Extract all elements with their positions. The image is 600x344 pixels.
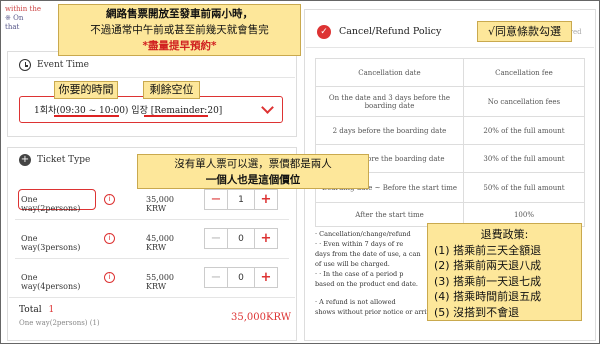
callout-remainder: 剩餘空位 <box>143 81 200 99</box>
info-icon[interactable]: i <box>104 233 115 244</box>
refund-item: (4) 搭乘時間前退五成 <box>434 290 542 304</box>
quantity-value[interactable]: 0 <box>228 228 254 249</box>
total-subtext: One way(2persons) (1) <box>19 319 100 327</box>
increase-button[interactable]: + <box>254 228 278 249</box>
table-header: Cancellation date <box>315 58 464 87</box>
ticket-price: 55,000 KRW <box>146 273 174 291</box>
callout-booking-note: 網路售票開放至發車前兩小時， 不過通常中午前或甚至前幾天就會售完 *盡量提早預約… <box>58 4 301 56</box>
refund-item: (1) 搭乘前三天全額退 <box>434 243 542 257</box>
top-note: within the ※ On that <box>5 5 41 32</box>
total-count: 1 <box>48 305 55 315</box>
table-row: 2 days before the boarding date 20% of t… <box>315 116 586 145</box>
decrease-button[interactable]: − <box>204 267 228 288</box>
refund-item: (5) 沒搭到不會退 <box>434 305 520 319</box>
ticket-name: One way(3persons) <box>21 234 81 252</box>
policy-title: Cancel/Refund Policy <box>339 26 442 37</box>
ticket-price: 35,000 KRW <box>146 195 174 213</box>
callout-refund-policy: 退費政策: (1) 搭乘前三天全額退 (2) 搭乘前兩天退八成 (3) 搭乘前一… <box>427 223 582 321</box>
event-time-heading: Event Time <box>19 59 89 71</box>
table-cell: 50% of the full amount <box>462 172 586 203</box>
chevron-down-icon <box>261 101 274 114</box>
ticket-name: One way(4persons) <box>21 273 81 291</box>
ticket-type-heading: + Ticket Type <box>19 154 90 166</box>
table-cell: 20% of the full amount <box>462 116 586 145</box>
time-underline <box>54 115 119 117</box>
callout-line: 網路售票開放至發車前兩小時， <box>106 8 253 20</box>
ticket-type-title: Ticket Type <box>37 155 91 165</box>
ticket-name: One way(2persons) <box>21 195 81 213</box>
decrease-button[interactable]: − <box>204 189 228 210</box>
event-time-title: Event Time <box>37 60 89 70</box>
info-icon[interactable]: i <box>104 194 115 205</box>
info-icon[interactable]: i <box>104 272 115 283</box>
quantity-stepper: − 0 + <box>204 267 278 288</box>
callout-line: *盡量提早預約* <box>142 40 217 52</box>
top-note-line1: within the <box>5 5 41 13</box>
callout-agree: √同意條款勾選 <box>477 21 572 42</box>
divider <box>15 219 289 220</box>
divider <box>306 47 594 48</box>
refund-policy-table: Cancellation date Cancellation fee On th… <box>315 58 586 227</box>
check-icon[interactable]: ✓ <box>317 25 331 39</box>
table-row: On the date and 3 days before the boardi… <box>315 86 586 117</box>
table-header: Cancellation fee <box>462 58 586 87</box>
divider <box>9 297 295 298</box>
quantity-value[interactable]: 0 <box>228 267 254 288</box>
table-cell: No cancellation fees <box>462 86 586 117</box>
callout-line: 沒有單人票可以選，票價都是兩人 <box>174 158 332 170</box>
clock-icon <box>19 59 31 71</box>
top-note-line2: ※ On <box>5 14 24 22</box>
callout-ticket-note: 沒有單人票可以選，票價都是兩人 一個人也是這個價位 <box>137 154 369 189</box>
decrease-button[interactable]: − <box>204 228 228 249</box>
callout-line: 一個人也是這個價位 <box>205 174 301 186</box>
top-note-line3: that <box>5 23 20 31</box>
remainder-underline <box>144 115 208 117</box>
refund-item: (3) 搭乘前一天退七成 <box>434 274 542 288</box>
table-cell: On the date and 3 days before the boardi… <box>315 86 464 117</box>
increase-button[interactable]: + <box>254 267 278 288</box>
divider <box>9 77 295 78</box>
divider <box>15 258 289 259</box>
page: within the ※ On that Event Time 1회차(09:3… <box>0 0 600 344</box>
table-cell: 2 days before the boarding date <box>315 116 464 145</box>
event-time-select[interactable]: 1회차(09:30 ~ 10:00) 입장 [Remainder:20] <box>19 96 283 123</box>
total-amount: 35,000KRW <box>231 312 292 323</box>
callout-line: 不過通常中午前或甚至前幾天就會售完 <box>90 24 269 36</box>
callout-time: 你要的時間 <box>54 81 118 99</box>
quantity-value[interactable]: 1 <box>228 189 254 210</box>
total-section: Total 1 <box>19 305 54 315</box>
total-label: Total <box>19 305 42 315</box>
increase-button[interactable]: + <box>254 189 278 210</box>
refund-title: 退費政策: <box>480 228 529 241</box>
table-cell: 30% of the full amount <box>462 144 586 173</box>
plus-circle-icon: + <box>19 154 31 166</box>
ticket-price: 45,000 KRW <box>146 234 174 252</box>
quantity-stepper: − 1 + <box>204 189 278 210</box>
quantity-stepper: − 0 + <box>204 228 278 249</box>
refund-item: (2) 搭乘前兩天退八成 <box>434 259 542 273</box>
